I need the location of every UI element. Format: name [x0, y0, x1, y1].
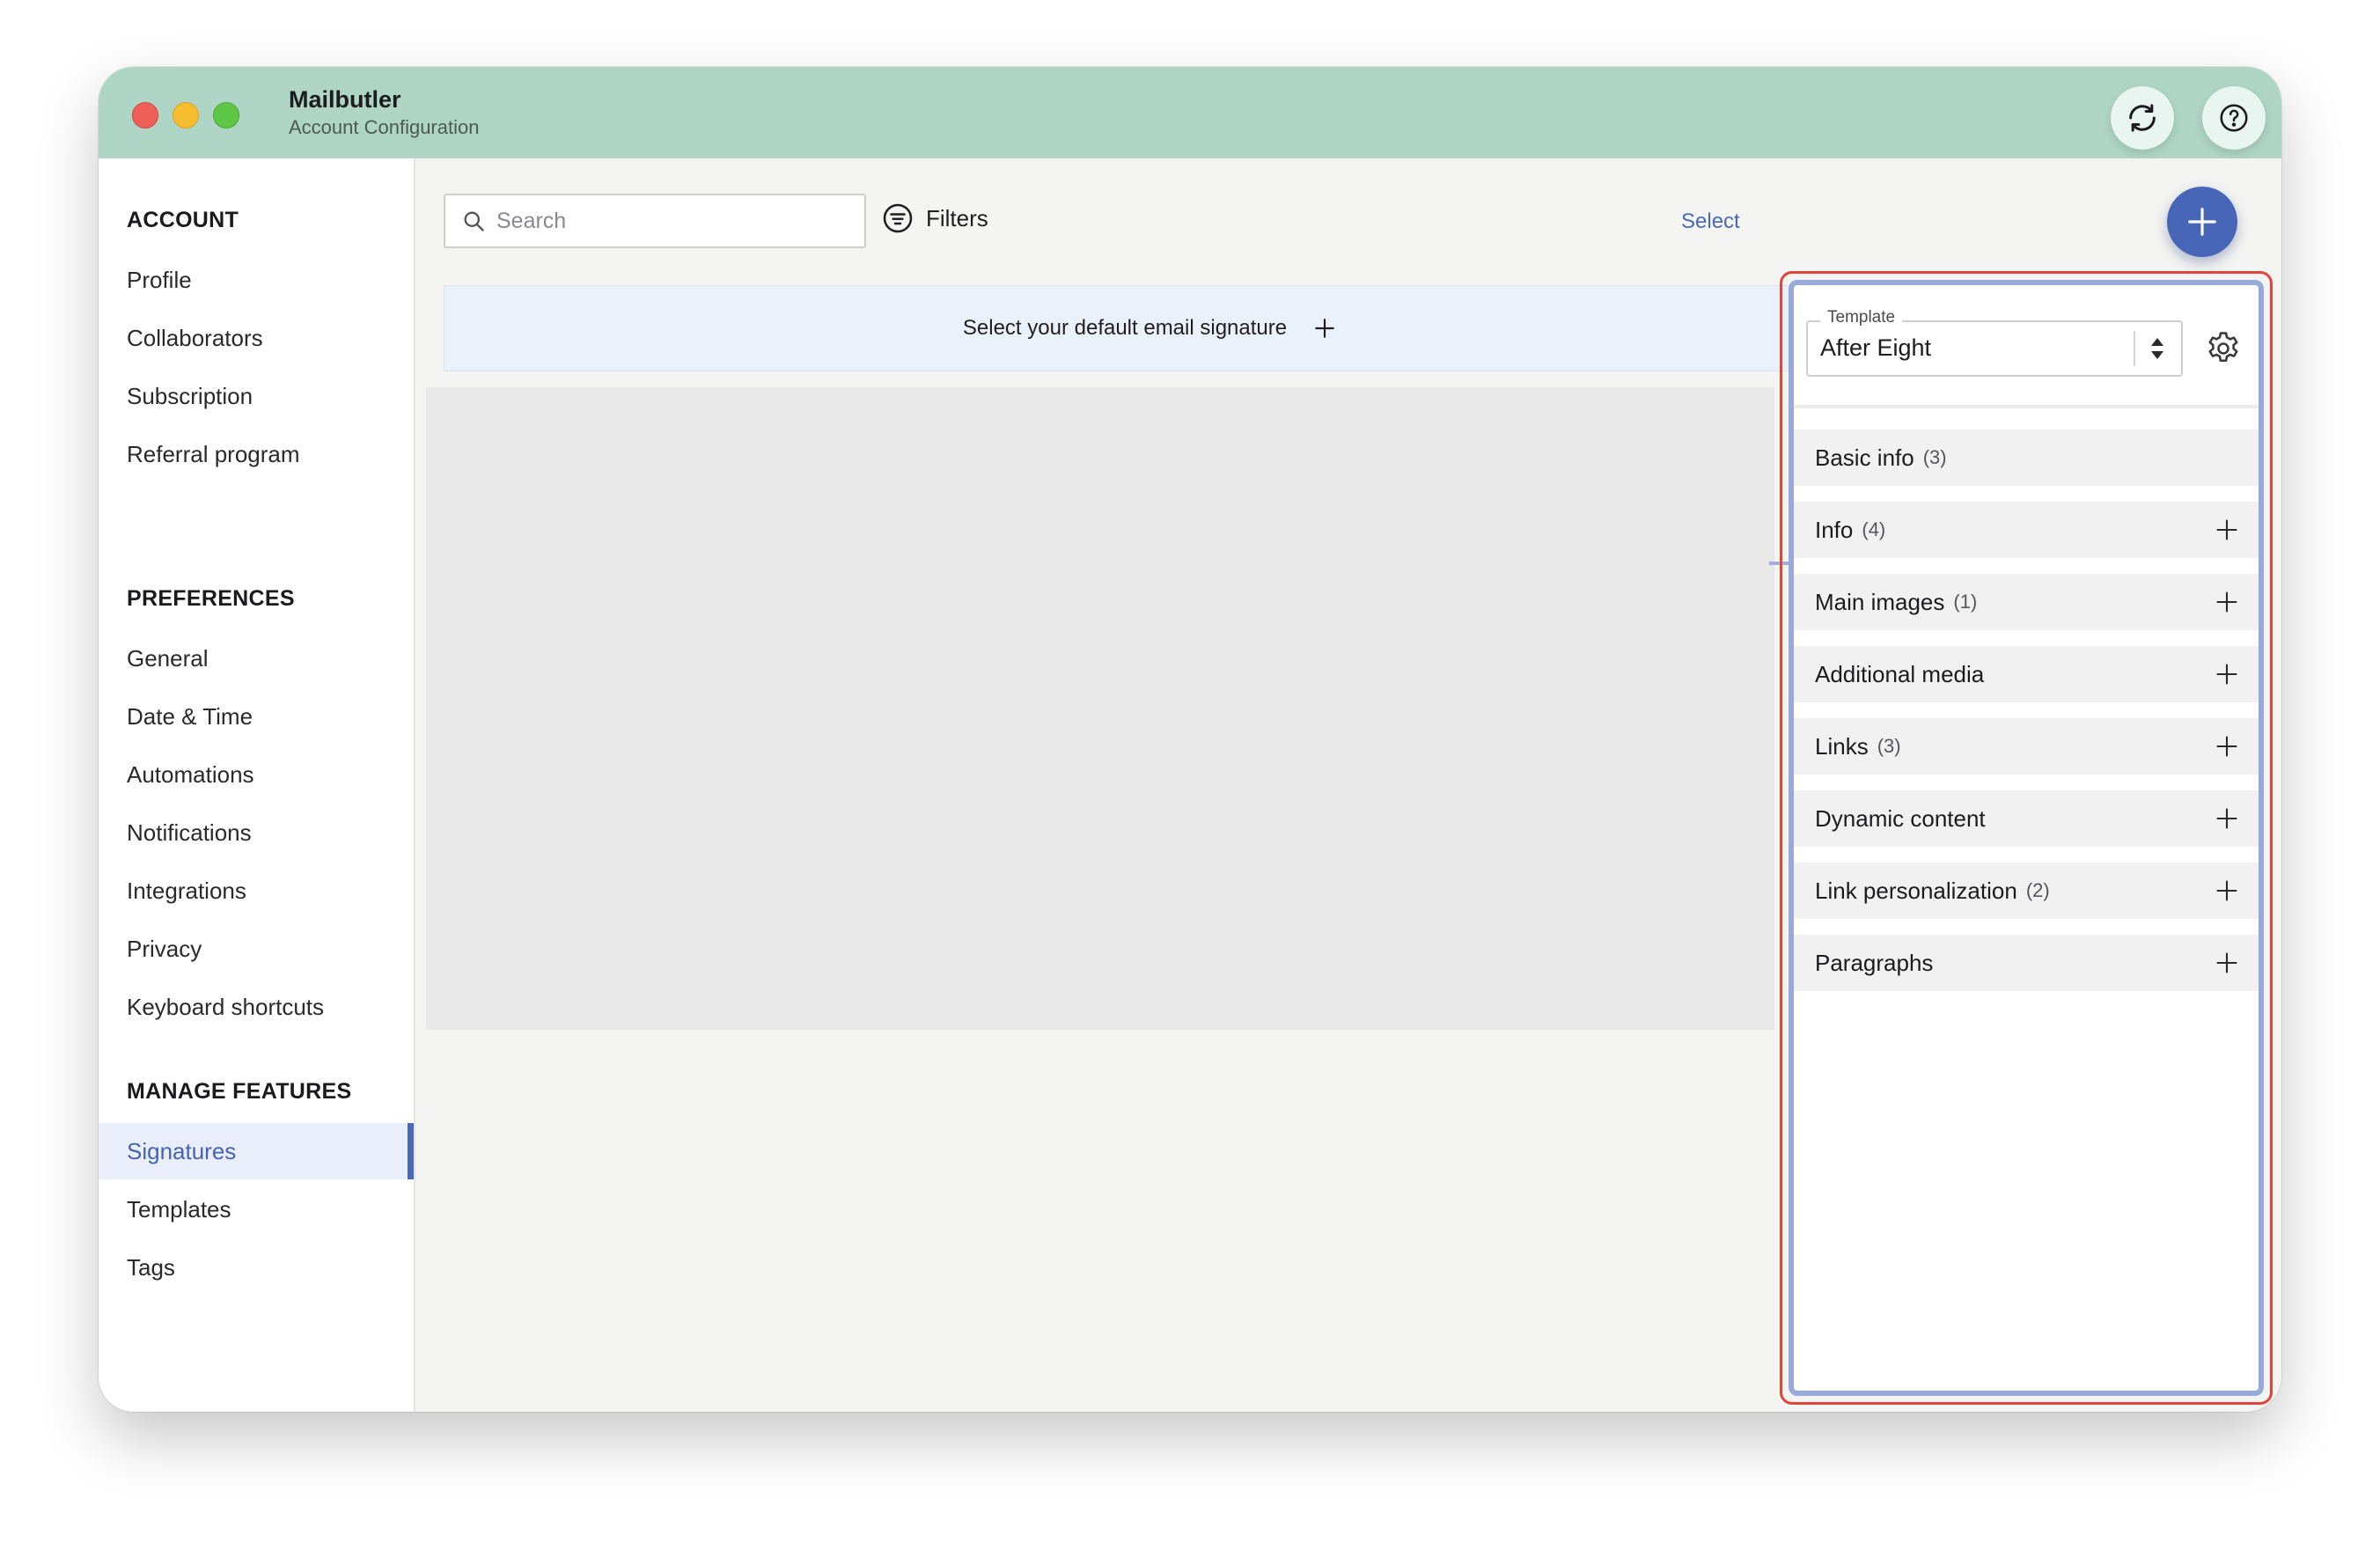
- add-signature-button[interactable]: [2167, 187, 2237, 257]
- filters-button[interactable]: Filters: [882, 202, 988, 234]
- sidebar-item-subscription[interactable]: Subscription: [99, 368, 414, 424]
- sidebar-item-profile[interactable]: Profile: [99, 252, 414, 308]
- category-info[interactable]: Info (4): [1794, 502, 2259, 558]
- plus-icon[interactable]: [2215, 806, 2239, 831]
- category-label: Links: [1815, 732, 1869, 760]
- app-title: Mailbutler: [289, 86, 401, 113]
- category-count: (1): [1953, 591, 1978, 613]
- plus-icon[interactable]: [2215, 878, 2239, 903]
- category-count: (4): [1862, 518, 1886, 540]
- plus-icon[interactable]: [2215, 662, 2239, 687]
- filter-icon: [883, 203, 913, 233]
- sidebar-item-collaborators[interactable]: Collaborators: [99, 310, 414, 366]
- default-signature-banner[interactable]: Select your default email signature: [444, 285, 1855, 371]
- category-label: Paragraphs: [1815, 949, 1934, 976]
- category-count: (3): [1922, 446, 1947, 468]
- search-input[interactable]: Search: [444, 194, 866, 248]
- app-window: Mailbutler Account Configuration ACCOUNT…: [99, 67, 2281, 1412]
- template-value: After Eight: [1820, 334, 1932, 361]
- category-main-images[interactable]: Main images (1): [1794, 574, 2259, 630]
- zoom-window-button[interactable]: [213, 102, 239, 128]
- sidebar-item-notifications[interactable]: Notifications: [99, 804, 414, 861]
- sidebar-item-automations[interactable]: Automations: [99, 746, 414, 803]
- panel-divider: [1794, 405, 2259, 408]
- sidebar: ACCOUNT Profile Collaborators Subscripti…: [99, 158, 415, 1412]
- default-signature-label: Select your default email signature: [962, 316, 1288, 340]
- sidebar-item-general[interactable]: General: [99, 630, 414, 687]
- app-subtitle: Account Configuration: [289, 116, 480, 138]
- minimize-window-button[interactable]: [173, 102, 199, 128]
- plus-icon[interactable]: [2215, 518, 2239, 542]
- plus-icon[interactable]: [2215, 590, 2239, 614]
- plus-icon: [1315, 319, 1334, 338]
- category-links[interactable]: Links (3): [1794, 718, 2259, 775]
- signature-preview-area: [426, 387, 1774, 1030]
- sidebar-item-referral-program[interactable]: Referral program: [99, 426, 414, 482]
- question-circle-icon: [2220, 104, 2248, 132]
- search-placeholder: Search: [496, 208, 567, 233]
- category-count: (2): [2025, 879, 2050, 901]
- category-dynamic-content[interactable]: Dynamic content: [1794, 790, 2259, 847]
- category-link-personalization[interactable]: Link personalization (2): [1794, 863, 2259, 919]
- template-label: Template: [1820, 308, 1903, 327]
- sidebar-item-templates[interactable]: Templates: [99, 1181, 414, 1237]
- close-window-button[interactable]: [132, 102, 158, 128]
- plus-icon[interactable]: [2215, 951, 2239, 975]
- titlebar: Mailbutler Account Configuration: [99, 67, 2281, 158]
- section-title-manage-features: MANAGE FEATURES: [127, 1079, 352, 1104]
- select-button[interactable]: Select: [1681, 209, 1740, 234]
- category-label: Info: [1815, 516, 1854, 543]
- select-separator: [2134, 331, 2135, 366]
- sidebar-item-privacy[interactable]: Privacy: [99, 921, 414, 977]
- sidebar-item-integrations[interactable]: Integrations: [99, 863, 414, 919]
- category-label: Dynamic content: [1815, 804, 1986, 832]
- category-label: Additional media: [1815, 660, 1985, 687]
- sidebar-item-tags[interactable]: Tags: [99, 1239, 414, 1296]
- category-label: Main images: [1815, 588, 1945, 615]
- plus-icon[interactable]: [2215, 734, 2239, 759]
- category-basic-info[interactable]: Basic info (3): [1794, 430, 2259, 486]
- category-label: Basic info: [1815, 444, 1914, 471]
- sync-icon: [2129, 104, 2156, 132]
- section-title-preferences: PREFERENCES: [127, 586, 295, 611]
- category-label: Link personalization: [1815, 877, 2017, 904]
- category-additional-media[interactable]: Additional media: [1794, 646, 2259, 702]
- updown-arrows-icon: [2151, 338, 2163, 359]
- category-paragraphs[interactable]: Paragraphs: [1794, 935, 2259, 991]
- category-count: (3): [1877, 735, 1901, 757]
- search-icon: [464, 211, 484, 231]
- sync-button[interactable]: [2111, 86, 2174, 150]
- sidebar-item-signatures[interactable]: Signatures: [99, 1123, 414, 1179]
- help-button[interactable]: [2202, 86, 2266, 150]
- sidebar-item-date-time[interactable]: Date & Time: [99, 688, 414, 745]
- sidebar-item-keyboard-shortcuts[interactable]: Keyboard shortcuts: [99, 979, 414, 1035]
- section-title-account: ACCOUNT: [127, 208, 239, 232]
- filters-label: Filters: [926, 204, 988, 231]
- gear-icon[interactable]: [2204, 329, 2243, 368]
- plus-icon: [2188, 208, 2216, 236]
